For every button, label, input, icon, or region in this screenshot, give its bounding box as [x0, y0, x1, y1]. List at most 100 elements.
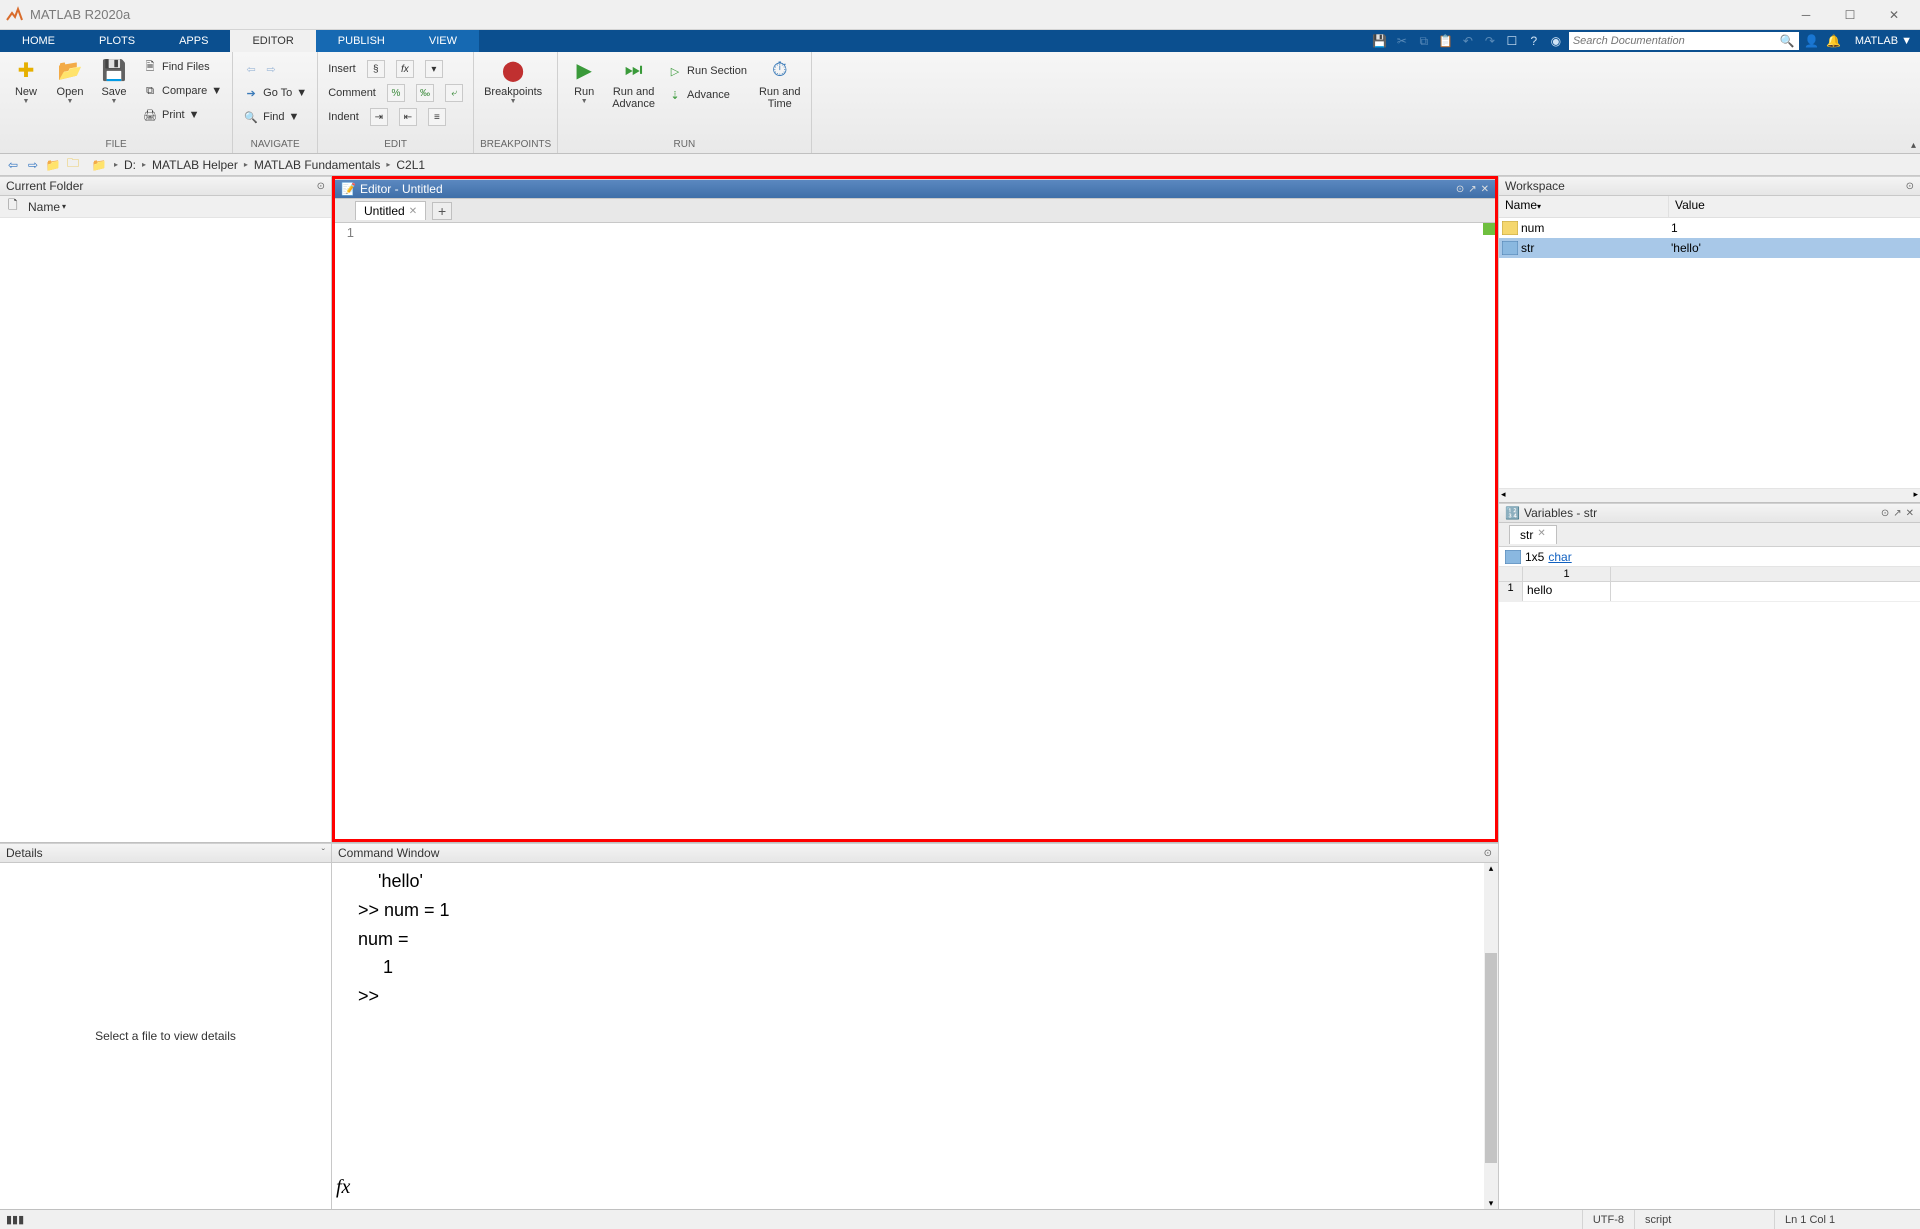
crumb-3[interactable]: C2L1	[396, 158, 425, 172]
indent-button[interactable]: Indent ⇥ ⇤ ≡	[324, 106, 467, 128]
tab-apps[interactable]: APPS	[157, 30, 230, 52]
panel-menu-icon[interactable]: ⊙	[317, 181, 325, 192]
redo-icon[interactable]: ↷	[1481, 32, 1499, 50]
collapse-toolstrip-icon[interactable]: ▴	[1911, 140, 1916, 151]
workspace-list[interactable]: num 1 str 'hello'	[1499, 218, 1920, 488]
maximize-button[interactable]: ☐	[1828, 1, 1872, 29]
details-header[interactable]: Details ˇ	[0, 843, 331, 863]
insert-more-icon[interactable]: ▾	[425, 60, 443, 78]
user-menu[interactable]: MATLAB ▼	[1855, 35, 1912, 47]
editor-tab-close-icon[interactable]: ✕	[409, 206, 417, 217]
run-and-time-button[interactable]: ⏱ Run and Time	[755, 54, 805, 112]
code-analyzer-ok-icon[interactable]	[1483, 223, 1495, 235]
comment-button[interactable]: Comment % ‰ ⤶	[324, 82, 467, 104]
help-icon[interactable]: ?	[1525, 32, 1543, 50]
run-and-advance-button[interactable]: ⏭ Run and Advance	[608, 54, 659, 112]
variables-tab-str[interactable]: str✕	[1509, 525, 1557, 544]
current-folder-list[interactable]	[0, 218, 331, 842]
crumb-1[interactable]: MATLAB Helper	[152, 158, 238, 172]
print-button[interactable]: 🖨Print ▼	[138, 104, 226, 126]
insert-fx-icon[interactable]: fx	[396, 60, 414, 78]
workspace-columns[interactable]: Name▾ Value	[1499, 196, 1920, 218]
compare-button[interactable]: ⧉Compare ▼	[138, 80, 226, 102]
save-button[interactable]: 💾 Save▼	[94, 54, 134, 107]
comment-remove-icon[interactable]: ‰	[416, 84, 434, 102]
search-icon[interactable]: 🔍	[1780, 34, 1795, 48]
editor-add-tab-button[interactable]: +	[432, 202, 452, 220]
variables-close-icon[interactable]: ✕	[1906, 508, 1914, 519]
insert-section-icon[interactable]: §	[367, 60, 385, 78]
command-menu-icon[interactable]: ⊙	[1484, 848, 1492, 859]
run-button[interactable]: ▶ Run▼	[564, 54, 604, 107]
details-collapse-icon[interactable]: ˇ	[322, 848, 325, 859]
addr-browse-icon[interactable]: 🗀	[64, 157, 82, 173]
cut-icon[interactable]: ✂	[1393, 32, 1411, 50]
addr-forward-icon[interactable]: ⇨	[24, 157, 42, 173]
save-icon[interactable]: 💾	[1371, 32, 1389, 50]
tab-editor[interactable]: EDITOR	[230, 30, 315, 52]
addr-up-icon[interactable]: 📁	[44, 157, 62, 173]
addr-back-icon[interactable]: ⇦	[4, 157, 22, 173]
editor-undock-icon[interactable]: ↗	[1468, 184, 1476, 195]
indent-left-icon[interactable]: ⇤	[399, 108, 417, 126]
variable-type-link[interactable]: char	[1548, 550, 1571, 564]
workspace-menu-icon[interactable]: ⊙	[1906, 181, 1914, 192]
variables-undock-icon[interactable]: ↗	[1893, 508, 1901, 519]
open-button[interactable]: 📂 Open▼	[50, 54, 90, 107]
variables-tab-close-icon[interactable]: ✕	[1537, 528, 1545, 542]
variable-cell[interactable]: hello	[1523, 582, 1611, 601]
minimize-button[interactable]: ─	[1784, 1, 1828, 29]
editor-body[interactable]: 1	[335, 223, 1495, 839]
advance-button[interactable]: ⇣Advance	[663, 84, 751, 106]
signin-icon[interactable]: 👤	[1803, 32, 1821, 50]
indent-right-icon[interactable]: ⇥	[370, 108, 388, 126]
indent-smart-icon[interactable]: ≡	[428, 108, 446, 126]
goto-button[interactable]: ➔Go To ▼	[239, 82, 311, 104]
search-documentation[interactable]: 🔍	[1569, 32, 1799, 50]
workspace-row-num[interactable]: num 1	[1499, 218, 1920, 238]
variable-grid[interactable]: 1 1 hello	[1499, 567, 1920, 1209]
tab-plots[interactable]: PLOTS	[77, 30, 157, 52]
close-button[interactable]: ✕	[1872, 1, 1916, 29]
editor-header[interactable]: 📝 Editor - Untitled ⊙ ↗ ✕	[335, 179, 1495, 199]
command-scroll-thumb[interactable]	[1485, 953, 1497, 1163]
notification-icon[interactable]: 🔔	[1825, 32, 1843, 50]
current-folder-column-header[interactable]: 🗋 Name▾	[0, 196, 331, 218]
paste-icon[interactable]: 📋	[1437, 32, 1455, 50]
variables-header[interactable]: 🔢 Variables - str ⊙ ↗ ✕	[1499, 503, 1920, 523]
find-files-button[interactable]: 🗎Find Files	[138, 56, 226, 78]
crumb-drive[interactable]: D:	[124, 158, 136, 172]
workspace-header[interactable]: Workspace ⊙	[1499, 176, 1920, 196]
group-label-file: FILE	[6, 139, 226, 153]
editor-tab-untitled[interactable]: Untitled✕	[355, 201, 426, 220]
nav-back-fwd[interactable]: ⇦⇨	[239, 58, 311, 80]
variables-menu-icon[interactable]: ⊙	[1881, 508, 1889, 519]
editor-menu-icon[interactable]: ⊙	[1456, 184, 1464, 195]
insert-button[interactable]: Insert § fx ▾	[324, 58, 467, 80]
run-section-button[interactable]: ▷Run Section	[663, 60, 751, 82]
workspace-row-str[interactable]: str 'hello'	[1499, 238, 1920, 258]
status-encoding[interactable]: UTF-8	[1582, 1210, 1634, 1229]
tab-view[interactable]: VIEW	[407, 30, 479, 52]
comment-wrap-icon[interactable]: ⤶	[445, 84, 463, 102]
tab-home[interactable]: HOME	[0, 30, 77, 52]
command-scrollbar[interactable]: ▴ ▾	[1484, 863, 1498, 1209]
undo-icon[interactable]: ↶	[1459, 32, 1477, 50]
addons-icon[interactable]: ◉	[1547, 32, 1565, 50]
tab-publish[interactable]: PUBLISH	[316, 30, 407, 52]
workspace-hscroll[interactable]: ◂ ▸	[1499, 488, 1920, 502]
new-button[interactable]: ✚ New▼	[6, 54, 46, 107]
comment-add-icon[interactable]: %	[387, 84, 405, 102]
crumb-2[interactable]: MATLAB Fundamentals	[254, 158, 381, 172]
breakpoints-button[interactable]: ⬤ Breakpoints▼	[480, 54, 546, 107]
editor-close-icon[interactable]: ✕	[1481, 184, 1489, 195]
copy-icon[interactable]: ⧉	[1415, 32, 1433, 50]
editor-text-area[interactable]	[359, 223, 1495, 839]
command-window-header[interactable]: Command Window ⊙	[332, 843, 1498, 863]
search-input[interactable]	[1573, 35, 1780, 47]
find-button[interactable]: 🔍Find ▼	[239, 106, 311, 128]
fx-icon[interactable]: fx	[336, 1171, 350, 1203]
command-window-body[interactable]: 'hello' >> num = 1 num = 1 fx>> ▴ ▾	[332, 863, 1498, 1209]
current-folder-header[interactable]: Current Folder ⊙	[0, 176, 331, 196]
switch-windows-icon[interactable]: ☐	[1503, 32, 1521, 50]
